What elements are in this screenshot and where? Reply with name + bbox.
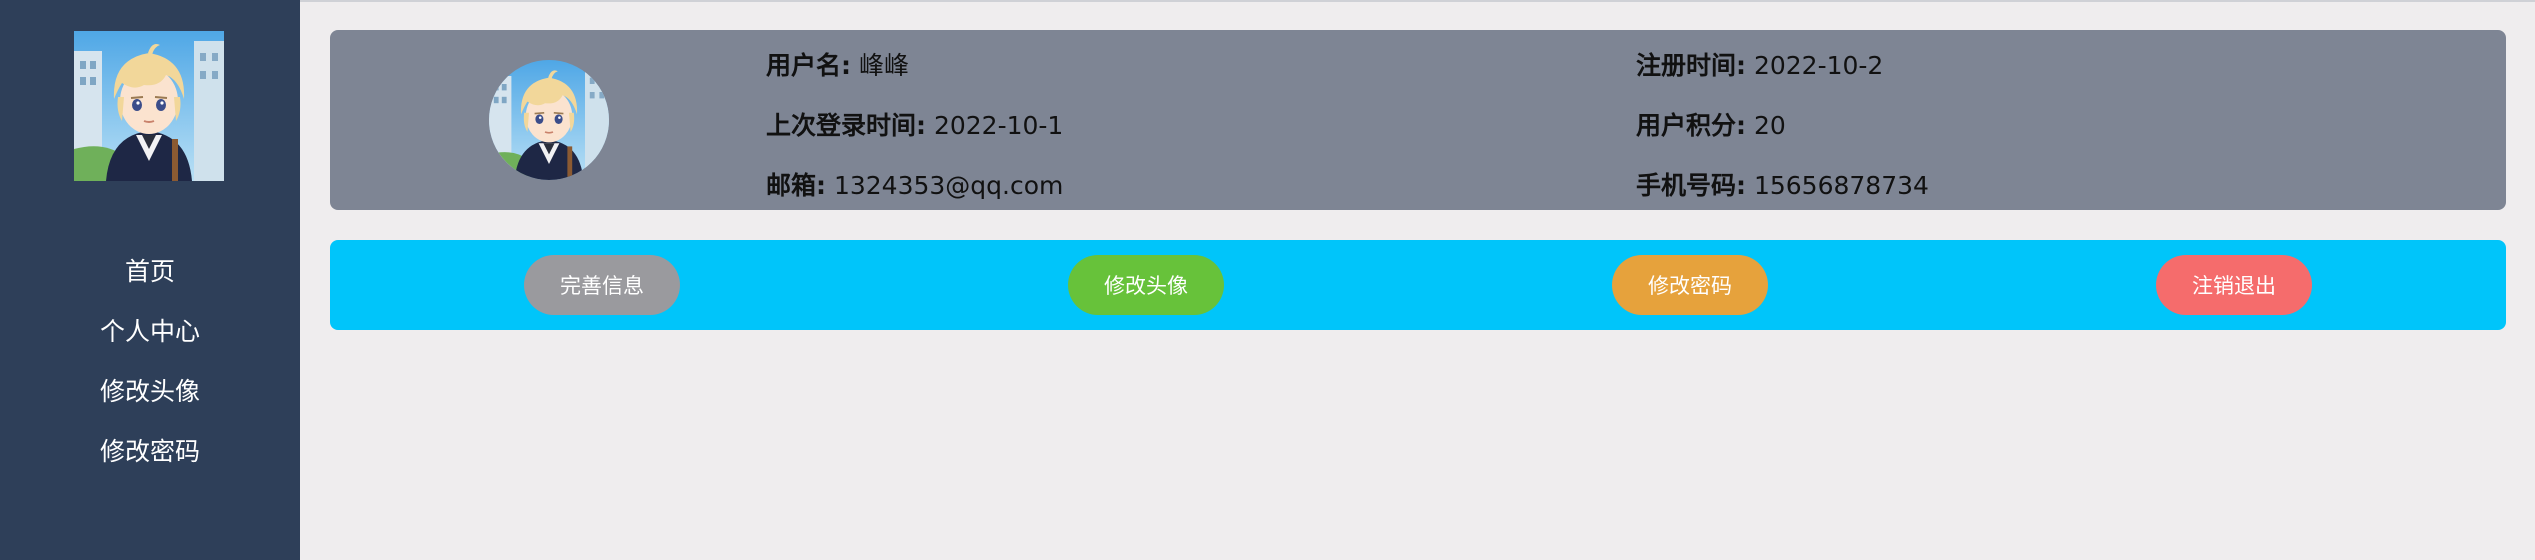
logout-button[interactable]: 注销退出 bbox=[2156, 255, 2312, 315]
anime-character-avatar-icon bbox=[74, 31, 224, 181]
app-root: 首页 个人中心 修改头像 修改密码 用户名: 峰峰 注册时间: 2022-10-… bbox=[0, 0, 2535, 560]
change-avatar-button[interactable]: 修改头像 bbox=[1068, 255, 1224, 315]
top-border bbox=[0, 0, 2535, 2]
sidebar-item-home[interactable]: 首页 bbox=[0, 250, 300, 310]
email-label: 邮箱: bbox=[766, 171, 826, 200]
action-panel: 完善信息 修改头像 修改密码 注销退出 bbox=[330, 240, 2506, 330]
phone-value: 15656878734 bbox=[1753, 171, 1929, 200]
sidebar-item-change-avatar[interactable]: 修改头像 bbox=[0, 370, 300, 430]
user-info-panel: 用户名: 峰峰 注册时间: 2022-10-2 上次登录时间: 2022-10-… bbox=[330, 30, 2506, 210]
change-password-button[interactable]: 修改密码 bbox=[1612, 255, 1768, 315]
last-login-value: 2022-10-1 bbox=[933, 111, 1064, 140]
points-value: 20 bbox=[1753, 111, 1786, 140]
username-field: 用户名: 峰峰 bbox=[766, 46, 909, 82]
user-avatar bbox=[489, 60, 609, 180]
points-label: 用户积分: bbox=[1636, 111, 1746, 140]
username-value: 峰峰 bbox=[858, 51, 909, 80]
sidebar-nav: 首页 个人中心 修改头像 修改密码 bbox=[0, 250, 300, 490]
sidebar-item-personal-center[interactable]: 个人中心 bbox=[0, 310, 300, 370]
email-value: 1324353@qq.com bbox=[833, 171, 1064, 200]
last-login-label: 上次登录时间: bbox=[766, 111, 926, 140]
register-time-value: 2022-10-2 bbox=[1753, 51, 1884, 80]
complete-info-button[interactable]: 完善信息 bbox=[524, 255, 680, 315]
email-field: 邮箱: 1324353@qq.com bbox=[766, 166, 1063, 202]
last-login-field: 上次登录时间: 2022-10-1 bbox=[766, 106, 1063, 142]
sidebar-item-change-password[interactable]: 修改密码 bbox=[0, 430, 300, 490]
register-time-label: 注册时间: bbox=[1636, 51, 1746, 80]
username-label: 用户名: bbox=[766, 51, 851, 80]
phone-field: 手机号码: 15656878734 bbox=[1636, 166, 1929, 202]
sidebar-avatar bbox=[74, 31, 224, 181]
points-field: 用户积分: 20 bbox=[1636, 106, 1786, 142]
anime-character-avatar-icon bbox=[489, 60, 609, 180]
sidebar: 首页 个人中心 修改头像 修改密码 bbox=[0, 0, 300, 560]
phone-label: 手机号码: bbox=[1636, 171, 1746, 200]
register-time-field: 注册时间: 2022-10-2 bbox=[1636, 46, 1883, 82]
